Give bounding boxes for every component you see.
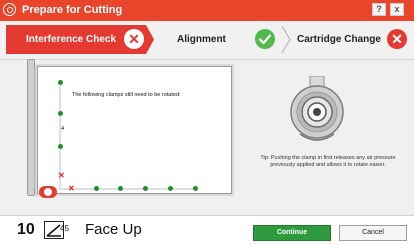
- cancel-button[interactable]: Cancel: [339, 225, 407, 241]
- clamp-dot[interactable]: [118, 186, 123, 191]
- clamp-dot[interactable]: [143, 186, 148, 191]
- clamps-message: The following clamps still need to be ro…: [72, 92, 181, 98]
- quantity-value: 10: [17, 221, 35, 238]
- clamp-dot[interactable]: [58, 144, 63, 149]
- clamp-dot[interactable]: [58, 111, 63, 116]
- clamp-dot[interactable]: [193, 186, 198, 191]
- continue-button[interactable]: Continue: [253, 225, 331, 241]
- clamp-track: [34, 70, 196, 190]
- clamps-count: 4: [61, 126, 65, 132]
- clamp-needs-rotation-icon[interactable]: ✕: [68, 185, 75, 193]
- clamp-dot[interactable]: [168, 186, 173, 191]
- orientation-label: Face Up: [85, 221, 142, 238]
- clamp-illustration-icon: [290, 76, 344, 141]
- angle-value: 45: [60, 224, 69, 233]
- clamp-dot[interactable]: [94, 186, 99, 191]
- clamp-needs-rotation-icon[interactable]: ✕: [58, 172, 65, 180]
- clamp-dot[interactable]: [58, 80, 63, 85]
- selected-clamp-icon[interactable]: [39, 186, 57, 198]
- tip-text: Tip: Pushing the clamp in first releases…: [260, 155, 396, 168]
